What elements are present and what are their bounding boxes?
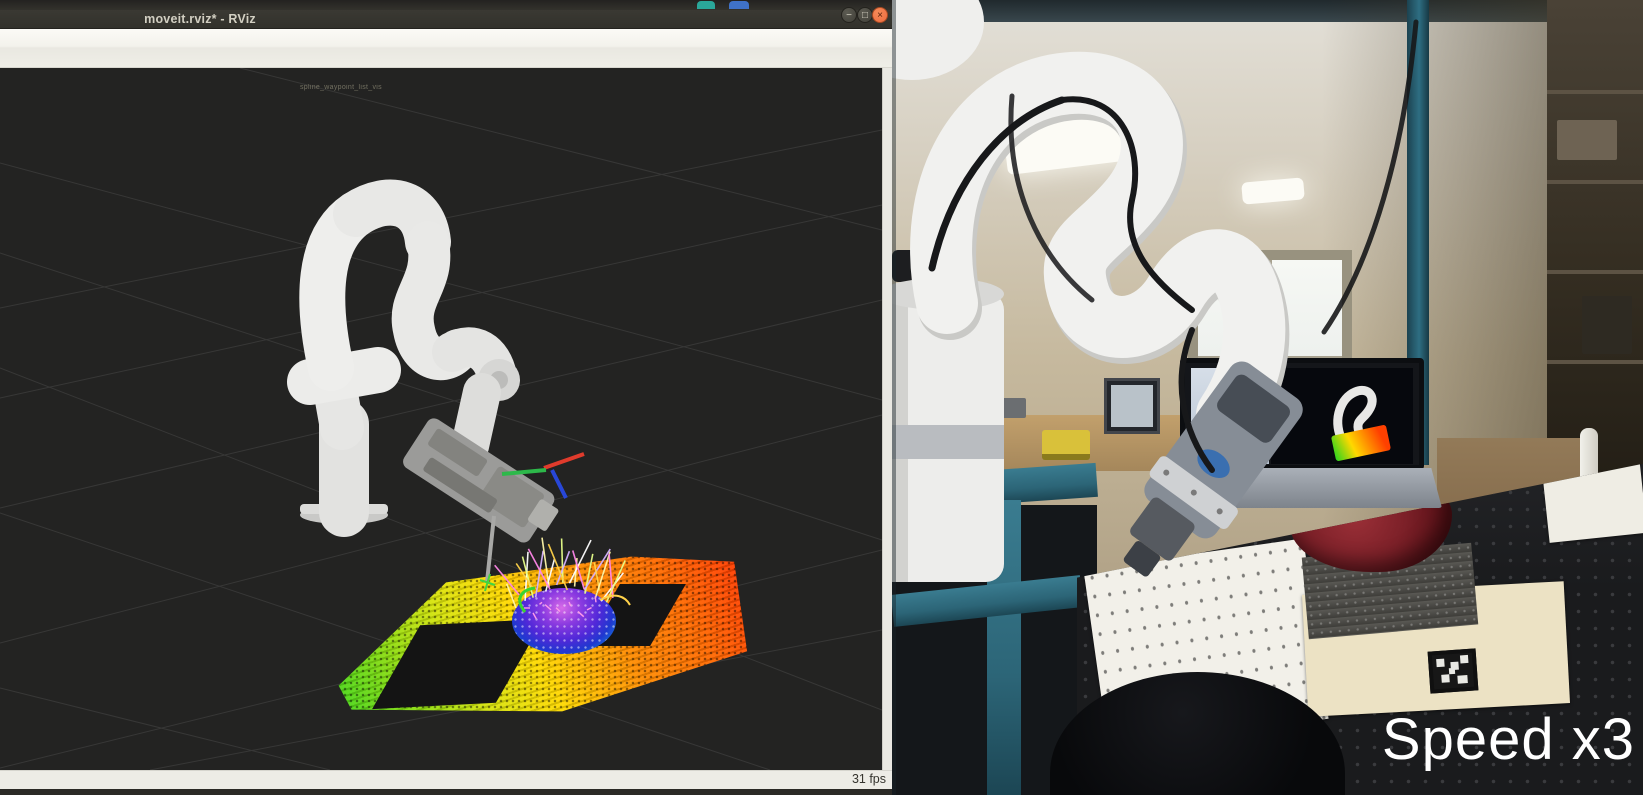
maximize-button[interactable]: □: [857, 7, 873, 23]
rviz-toolbar-area: [0, 29, 892, 68]
viewport-right-gutter: [882, 68, 892, 770]
robot-model: [287, 179, 631, 620]
rviz-statusbar: 31 fps: [0, 770, 892, 789]
lab-camera-photo: Speed x3: [892, 0, 1643, 795]
surface-normal-markers: [494, 537, 626, 620]
minimize-button[interactable]: −: [841, 7, 857, 23]
window-title: moveit.rviz* - RViz: [144, 12, 256, 26]
probe-tip: [485, 515, 496, 583]
background-app-icon: [697, 1, 715, 9]
rviz-window: moveit.rviz* - RViz − □ × spline_waypoin…: [0, 0, 892, 795]
desktop-bottom-strip: [0, 789, 892, 795]
screenshot-stage: moveit.rviz* - RViz − □ × spline_waypoin…: [0, 0, 1643, 795]
close-icon: ×: [877, 10, 883, 21]
rviz-3d-viewport[interactable]: spline_waypoint_list_vis: [0, 68, 882, 770]
fps-counter: 31 fps: [851, 772, 886, 786]
pane-divider: [892, 0, 896, 795]
real-end-effector: [1123, 361, 1303, 577]
speed-overlay-label: Speed x3: [1381, 707, 1635, 772]
x-axis-red: [543, 452, 585, 470]
z-axis-blue: [550, 469, 568, 499]
real-robot-arm: [892, 0, 1419, 582]
minimize-icon: −: [846, 10, 852, 21]
maximize-icon: □: [861, 10, 869, 21]
background-app-icon: [729, 1, 749, 9]
desktop-top-strip: [0, 0, 892, 10]
rviz-titlebar[interactable]: moveit.rviz* - RViz − □ ×: [0, 7, 892, 29]
close-button[interactable]: ×: [872, 7, 888, 23]
